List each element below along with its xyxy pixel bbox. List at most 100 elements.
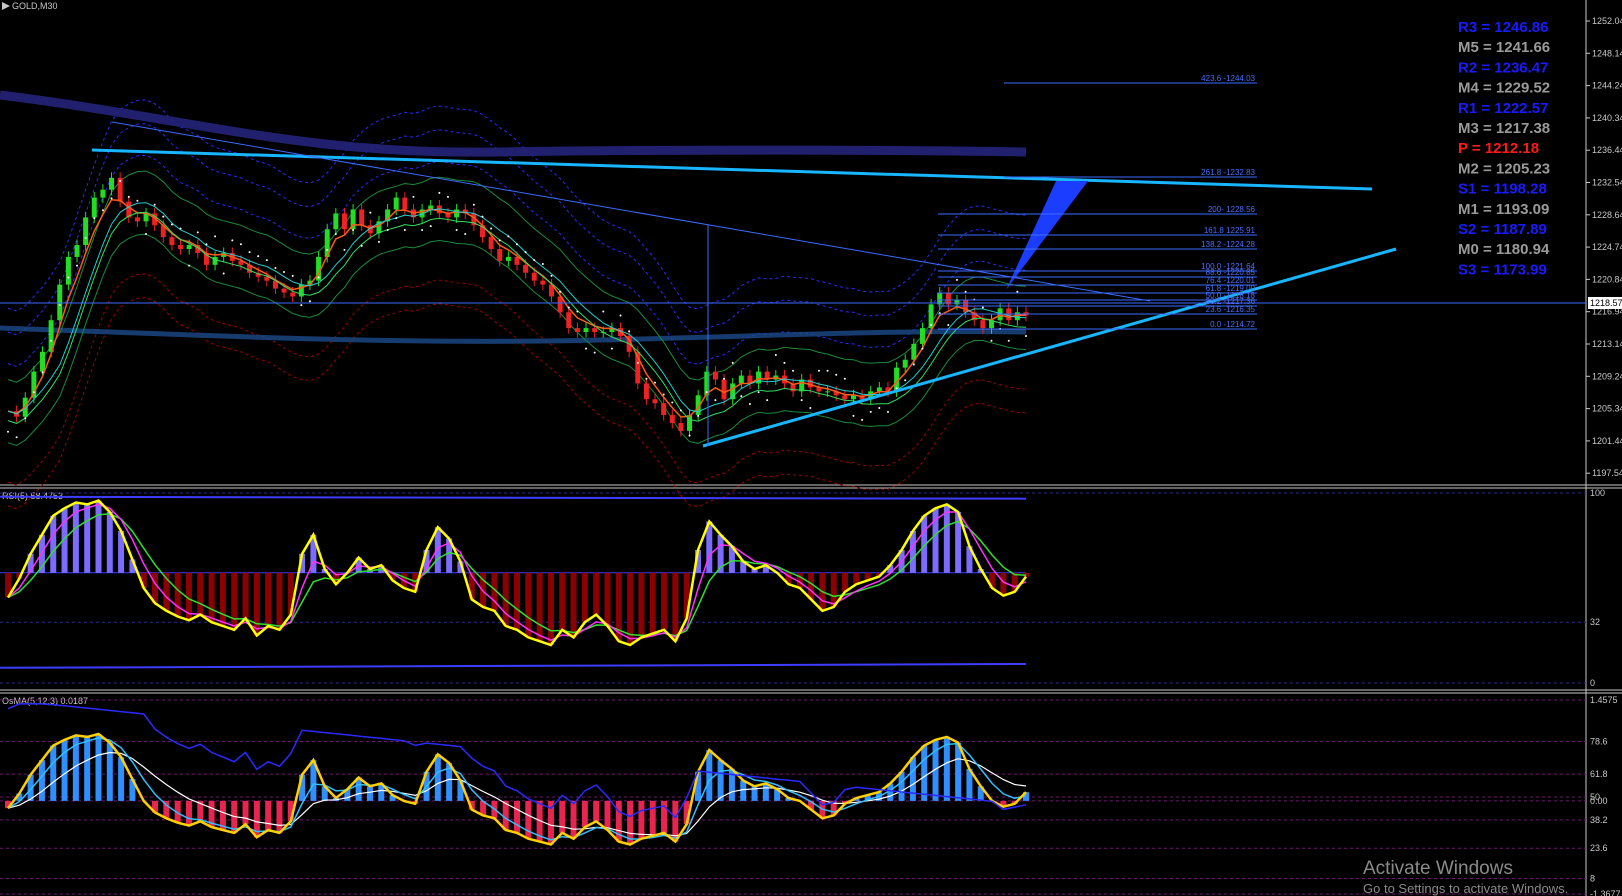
sar-dot	[852, 414, 855, 417]
sar-dot	[438, 191, 441, 194]
sar-dot	[878, 406, 881, 409]
rsi-hist-bar	[276, 572, 283, 630]
sar-dot	[524, 251, 527, 254]
current-price-label: 1218.57	[1590, 298, 1622, 308]
chart-canvas[interactable]: GOLD,M30 423.6 -1244.03 261.8 -1232.83 200…	[0, 0, 1622, 896]
rsi-hist-bar	[593, 572, 600, 615]
price-tick: 1209.24	[1592, 371, 1622, 381]
sar-dot	[705, 391, 708, 394]
sar-dot	[1007, 339, 1010, 342]
rsi-hist-bar	[581, 572, 588, 623]
sar-dot	[67, 276, 70, 279]
sar-dot	[196, 231, 199, 234]
sar-dot	[628, 330, 631, 333]
price-axis: 1252.04 1248.14 1244.24 1240.34 1236.44 1232.…	[1586, 16, 1622, 478]
bollinger-upper	[7, 170, 1027, 383]
rsi-hist-bar	[253, 572, 260, 636]
candle-body	[721, 379, 727, 400]
activate-windows-title: Activate Windows	[1363, 858, 1513, 879]
pivot-label: P = 1212.18	[1458, 140, 1539, 157]
rsi-hist-bar	[547, 572, 554, 645]
osma-hist-bar	[649, 800, 656, 836]
overlay-lines	[7, 180, 1027, 439]
sar-dot	[119, 180, 122, 183]
fibonacci-levels[interactable]: 423.6 -1244.03 261.8 -1232.83 200- 1228.56…	[938, 74, 1257, 330]
rsi-hist-bar	[559, 572, 566, 630]
rsi-hist-bar	[219, 572, 226, 626]
osma-hist-bar	[559, 800, 566, 833]
rsi-hist-bar	[84, 504, 91, 573]
osma-hist-bar	[525, 800, 532, 839]
sar-dot	[636, 361, 639, 364]
sar-dot	[50, 339, 53, 342]
sar-dot	[110, 197, 113, 200]
price-tick: 1220.84	[1592, 274, 1622, 284]
candle-body	[169, 237, 175, 246]
price-tick: 1248.14	[1592, 48, 1622, 58]
fib-label: 138.2 -1224.28	[1201, 240, 1255, 249]
candle-body	[842, 395, 848, 400]
sar-dot	[593, 351, 596, 354]
sar-dot	[257, 255, 260, 258]
candle-body	[523, 264, 529, 273]
candle-body	[876, 387, 882, 392]
candle-body	[341, 213, 347, 230]
sar-dot	[1025, 335, 1027, 338]
osma-tick: -1.3677	[1590, 889, 1621, 896]
candle-body	[333, 213, 339, 230]
rsi-hist-bar	[50, 515, 57, 573]
sar-dot	[662, 393, 665, 396]
sar-dot	[283, 270, 286, 273]
osma-hist-bar	[943, 736, 950, 801]
sar-dot	[964, 290, 967, 293]
fib-label: 0.0 -1214.72	[1210, 320, 1255, 329]
osma-hist-bar	[38, 760, 45, 801]
pivot-label: M4 = 1229.52	[1458, 80, 1550, 97]
price-tick: 1236.44	[1592, 145, 1622, 155]
sar-dot	[352, 229, 355, 232]
sar-dot	[576, 310, 579, 313]
sar-dot	[731, 361, 734, 364]
pivot-label: S2 = 1187.89	[1458, 221, 1547, 238]
candle-body	[74, 245, 80, 257]
candle-body	[652, 399, 658, 404]
symbol-header: GOLD,M30	[2, 1, 58, 11]
pivot-label: M5 = 1241.66	[1458, 39, 1550, 56]
candle-body	[738, 375, 744, 384]
long-ma-ribbon-low	[0, 325, 1027, 344]
indicator-bands	[0, 90, 1027, 510]
price-tick: 1252.04	[1592, 16, 1622, 26]
trendlines[interactable]	[0, 121, 1586, 448]
rsi-panel: RSI(5) 58.4753 100320	[0, 488, 1605, 688]
rsi-hist-bar	[208, 572, 215, 623]
candle-body	[540, 280, 546, 285]
candle-body	[402, 197, 408, 210]
sar-dot	[326, 248, 329, 251]
pivot-label: R1 = 1222.57	[1458, 100, 1549, 117]
candle-body	[186, 245, 192, 250]
sar-dot	[205, 243, 208, 246]
sar-dot	[136, 199, 139, 202]
sar-dot	[516, 243, 518, 246]
osma-tick: 78.6	[1590, 737, 1608, 747]
sar-dot	[723, 377, 726, 380]
price-tick: 1205.34	[1592, 404, 1622, 414]
candle-body	[574, 328, 580, 333]
fast-ma	[7, 199, 1027, 418]
sar-dot	[455, 229, 458, 232]
candle-body	[290, 292, 296, 297]
candle-body	[643, 383, 649, 400]
sar-dot	[912, 363, 915, 366]
sar-dot	[481, 215, 484, 218]
sar-dot	[222, 272, 225, 275]
osma-hist-bar	[909, 757, 916, 801]
candle-body	[83, 217, 89, 246]
rsi-hist-bar	[95, 500, 102, 573]
sar-dot	[360, 244, 363, 247]
sar-dot	[127, 195, 130, 198]
pivot-label: S1 = 1198.28	[1458, 181, 1547, 198]
sar-dot	[955, 278, 958, 281]
fib-label: 200- 1228.56	[1208, 205, 1256, 214]
sar-dot	[886, 410, 889, 413]
osma-hist-bar	[84, 736, 91, 801]
